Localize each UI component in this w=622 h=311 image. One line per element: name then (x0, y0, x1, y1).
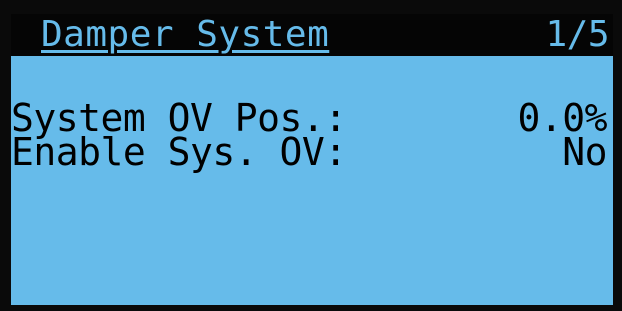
title-bar: Damper System 1/5 (11, 14, 613, 56)
lcd-screen: Damper System 1/5 System OV Pos.: 0.0% E… (11, 14, 613, 305)
enable-sys-ov-value[interactable]: No (562, 132, 607, 172)
display-bezel: Damper System 1/5 System OV Pos.: 0.0% E… (0, 0, 622, 311)
enable-sys-ov-label: Enable Sys. OV: (11, 130, 347, 174)
screen-title: Damper System (41, 14, 330, 55)
page-indicator: 1/5 (545, 14, 609, 55)
